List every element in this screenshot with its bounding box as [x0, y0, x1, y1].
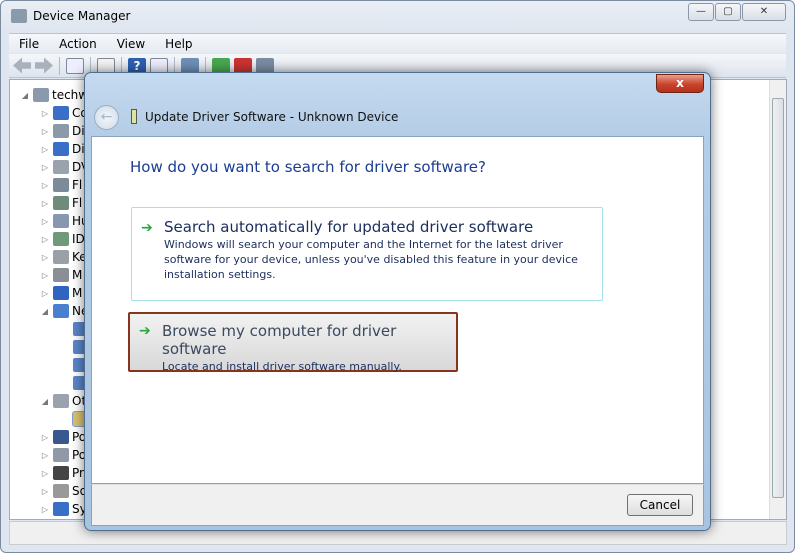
- option-description: Windows will search your computer and th…: [164, 238, 578, 281]
- back-icon[interactable]: [13, 57, 31, 74]
- tree-item[interactable]: ▷ Hu: [40, 212, 89, 230]
- expand-icon[interactable]: ▷: [40, 451, 50, 460]
- expand-icon[interactable]: ▷: [40, 235, 50, 244]
- show-hide-console-tree-icon[interactable]: [66, 57, 84, 74]
- minimize-button[interactable]: —: [688, 3, 714, 21]
- device-category-icon: [53, 484, 69, 498]
- expand-icon[interactable]: ▷: [40, 109, 50, 118]
- tree-item[interactable]: ◢ Ne: [40, 302, 88, 320]
- tree-item[interactable]: ▷ Po: [40, 446, 86, 464]
- expand-icon[interactable]: ▷: [40, 181, 50, 190]
- device-category-icon: [53, 502, 69, 516]
- tree-item[interactable]: ◢ Ot: [40, 392, 86, 410]
- device-category-icon: [33, 88, 49, 102]
- vertical-scrollbar[interactable]: [769, 80, 786, 519]
- maximize-button[interactable]: ▢: [715, 3, 741, 21]
- tree-item[interactable]: ◢ techw: [20, 86, 88, 104]
- expand-icon[interactable]: ▷: [40, 145, 50, 154]
- tree-item[interactable]: ▷ Di: [40, 122, 85, 140]
- cancel-button[interactable]: Cancel: [627, 494, 693, 516]
- tree-item-label: Pr: [72, 466, 84, 480]
- dialog-content: How do you want to search for driver sof…: [91, 136, 704, 484]
- tree-item-label: Di: [72, 124, 85, 138]
- browse-computer-option[interactable]: ➔ Browse my computer for driver software…: [128, 312, 458, 373]
- tree-item[interactable]: ▷ Fl: [40, 176, 82, 194]
- dialog-close-button[interactable]: x: [656, 74, 704, 93]
- tree-item[interactable]: ▷ DV: [40, 158, 89, 176]
- device-category-icon: [53, 142, 69, 156]
- menu-view[interactable]: View: [107, 37, 155, 51]
- title-bar: Device Manager: [11, 7, 130, 25]
- expand-icon[interactable]: ▷: [40, 271, 50, 280]
- expand-icon[interactable]: ▷: [40, 433, 50, 442]
- expand-icon[interactable]: ▷: [40, 199, 50, 208]
- forward-icon[interactable]: [35, 57, 53, 74]
- expand-icon[interactable]: ▷: [40, 217, 50, 226]
- update-driver-dialog: x ← Update Driver Software - Unknown Dev…: [84, 72, 711, 531]
- option-heading: Search automatically for updated driver …: [164, 218, 534, 236]
- tree-item[interactable]: ▷ Pr: [40, 464, 84, 482]
- window-title: Device Manager: [33, 9, 131, 23]
- search-automatically-option[interactable]: ➔ Search automatically for updated drive…: [131, 207, 603, 301]
- device-category-icon: [53, 232, 69, 246]
- expand-icon[interactable]: ▷: [40, 289, 50, 298]
- menu-bar: File Action View Help: [9, 33, 786, 53]
- tree-item[interactable]: ▷ M: [40, 284, 82, 302]
- tree-item-label: Fl: [72, 178, 83, 192]
- device-category-icon: [53, 196, 69, 210]
- device-category-icon: [53, 250, 69, 264]
- device-category-icon: [53, 286, 69, 300]
- expand-icon[interactable]: ▷: [40, 127, 50, 136]
- tree-item-label: Fl: [72, 196, 83, 210]
- tree-item[interactable]: ▷ Po: [40, 428, 86, 446]
- device-category-icon: [53, 466, 69, 480]
- option-heading: Browse my computer for driver software: [162, 322, 397, 358]
- device-category-icon: [53, 178, 69, 192]
- expand-icon[interactable]: ▷: [40, 487, 50, 496]
- device-icon: [131, 109, 137, 124]
- device-category-icon: [53, 106, 69, 120]
- scrollbar-thumb[interactable]: [772, 98, 784, 498]
- tree-item-label: Di: [72, 142, 85, 156]
- expand-icon[interactable]: ▷: [40, 469, 50, 478]
- tree-item[interactable]: ▷ Co: [40, 104, 88, 122]
- device-category-icon: [53, 124, 69, 138]
- tree-item[interactable]: ▷ Sy: [40, 500, 87, 518]
- tree-item-label: M: [72, 268, 83, 282]
- tree-item[interactable]: ▷ Di: [40, 140, 85, 158]
- device-category-icon: [53, 214, 69, 228]
- menu-file[interactable]: File: [9, 37, 49, 51]
- collapse-icon[interactable]: ◢: [40, 397, 50, 406]
- green-arrow-icon: ➔: [141, 220, 153, 236]
- close-window-button[interactable]: ✕: [742, 3, 786, 21]
- back-arrow-button[interactable]: ←: [94, 105, 119, 130]
- device-category-icon: [53, 268, 69, 282]
- question-heading: How do you want to search for driver sof…: [130, 158, 486, 176]
- tree-item[interactable]: ▷ Ke: [40, 248, 87, 266]
- tree-item[interactable]: ▷ So: [40, 482, 87, 500]
- dialog-footer: Cancel: [91, 484, 704, 526]
- device-manager-icon: [11, 9, 27, 23]
- expand-icon[interactable]: ▷: [40, 253, 50, 262]
- tree-item-label: techw: [52, 88, 89, 102]
- tree-item-label: M: [72, 286, 83, 300]
- expand-icon[interactable]: ▷: [40, 163, 50, 172]
- dialog-title: Update Driver Software - Unknown Device: [145, 109, 399, 124]
- menu-action[interactable]: Action: [49, 37, 107, 51]
- tree-item[interactable]: ▷ ID: [40, 230, 85, 248]
- collapse-icon[interactable]: ◢: [40, 307, 50, 316]
- tree-item[interactable]: ▷ Fl: [40, 194, 82, 212]
- menu-help[interactable]: Help: [155, 37, 202, 51]
- tree-item-label: ID: [72, 232, 85, 246]
- device-category-icon: [53, 304, 69, 318]
- device-category-icon: [53, 160, 69, 174]
- device-category-icon: [53, 430, 69, 444]
- green-arrow-icon: ➔: [139, 323, 151, 339]
- device-category-icon: [53, 448, 69, 462]
- tree-item[interactable]: ▷ M: [40, 266, 82, 284]
- option-description: Locate and install driver software manua…: [162, 360, 402, 373]
- collapse-icon[interactable]: ◢: [20, 91, 30, 100]
- device-category-icon: [53, 394, 69, 408]
- expand-icon[interactable]: ▷: [40, 505, 50, 514]
